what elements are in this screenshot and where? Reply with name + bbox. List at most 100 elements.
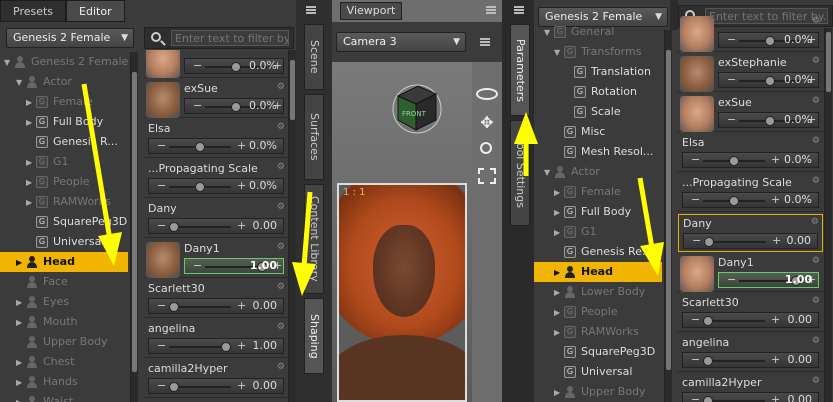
slider-bar[interactable]: − +0.0%: [682, 192, 819, 208]
collapsed-arrow-icon[interactable]: ▶: [554, 283, 564, 303]
gear-icon[interactable]: ⚙: [812, 96, 820, 106]
slider-bar[interactable]: − +0.0%: [184, 98, 284, 114]
collapsed-arrow-icon[interactable]: ▶: [554, 263, 564, 283]
increment-icon[interactable]: +: [237, 339, 246, 353]
increment-icon[interactable]: +: [771, 153, 780, 167]
collapsed-arrow-icon[interactable]: ▶: [26, 93, 36, 113]
collapsed-arrow-icon[interactable]: ▶: [16, 293, 26, 313]
slider-knob[interactable]: [704, 237, 714, 247]
property-slider-exsue[interactable]: exSue ⚙ − +0.0%: [144, 80, 288, 118]
tree-item-rotation[interactable]: G Rotation: [534, 82, 664, 102]
property-slider-propagating-scale[interactable]: ...Propagating Scale ⚙ − +0.0%: [678, 174, 823, 212]
tree-item-chest[interactable]: ▶ Chest: [0, 352, 138, 372]
collapsed-arrow-icon[interactable]: ▶: [16, 373, 26, 393]
left-props-scrollbar-thumb[interactable]: [290, 60, 295, 120]
decrement-icon[interactable]: −: [193, 59, 202, 73]
tree-item-upper-body[interactable]: ▶ Upper Body: [534, 382, 664, 402]
slider-bar[interactable]: − +0.00: [682, 352, 819, 368]
left-tree-scrollbar[interactable]: [130, 52, 138, 402]
increment-icon[interactable]: +: [771, 193, 780, 207]
tree-item-ramworks[interactable]: ▶ G RAMWorks: [534, 322, 664, 342]
decrement-icon[interactable]: −: [193, 99, 202, 113]
collapsed-arrow-icon[interactable]: ▶: [16, 253, 26, 273]
slider-track[interactable]: [703, 196, 765, 206]
gear-icon[interactable]: ⚙: [812, 336, 820, 346]
slider-bar[interactable]: − +1.00: [148, 338, 284, 354]
property-slider-camilla2hyper[interactable]: camilla2Hyper ⚙ − +0.00: [678, 374, 823, 402]
zoom-icon[interactable]: [480, 142, 492, 154]
slider-bar[interactable]: − +1.00: [184, 258, 284, 274]
property-slider-scarlett30[interactable]: Scarlett30 ⚙ − +0.00: [678, 294, 823, 332]
slider-knob[interactable]: [169, 302, 179, 312]
slider-track[interactable]: [169, 222, 231, 232]
tree-item-g1[interactable]: ▶ G G1: [0, 152, 138, 172]
pan-icon[interactable]: ✥: [478, 114, 496, 132]
property-value[interactable]: 0.0%: [249, 99, 277, 113]
slider-knob[interactable]: [703, 396, 713, 402]
gear-icon[interactable]: ⚙: [277, 322, 285, 332]
collapsed-arrow-icon[interactable]: ▶: [554, 183, 564, 203]
slider-knob[interactable]: [169, 382, 179, 392]
property-slider-dany1[interactable]: Dany1 ⚙ − +1.00: [678, 254, 823, 292]
tab-content-library[interactable]: Content Library: [304, 184, 324, 294]
right-props-scrollbar[interactable]: [824, 28, 832, 402]
decrement-icon[interactable]: −: [727, 33, 736, 47]
collapsed-arrow-icon[interactable]: ▶: [554, 303, 564, 323]
tree-item-face[interactable]: Face: [0, 272, 138, 292]
increment-icon[interactable]: +: [771, 313, 780, 327]
property-slider-dany[interactable]: Dany ⚙ − +0.00: [678, 214, 823, 252]
collapsed-arrow-icon[interactable]: ▶: [26, 113, 36, 133]
slider-bar[interactable]: − +0.0%: [718, 72, 819, 88]
slider-bar[interactable]: − +1.00: [718, 272, 819, 288]
increment-icon[interactable]: +: [237, 219, 246, 233]
expanded-arrow-icon[interactable]: ▼: [16, 73, 26, 93]
gear-icon[interactable]: ⚙: [812, 296, 820, 306]
tree-item-genesis-2-female[interactable]: ▼ Genesis 2 Female: [0, 52, 138, 72]
decrement-icon[interactable]: −: [193, 259, 202, 273]
slider-knob[interactable]: [231, 102, 241, 112]
property-value[interactable]: 0.0%: [784, 113, 812, 127]
tree-item-genesis-re[interactable]: G Genesis Re...: [534, 242, 664, 262]
slider-track[interactable]: [169, 182, 231, 192]
right-props-scrollbar-thumb[interactable]: [826, 32, 831, 92]
slider-knob[interactable]: [195, 182, 205, 192]
tree-item-universal[interactable]: G Universal: [0, 232, 138, 252]
tree-item-mesh-resol[interactable]: G Mesh Resol...: [534, 142, 664, 162]
tree-item-squarepeg3d[interactable]: G SquarePeg3D: [534, 342, 664, 362]
slider-track[interactable]: [703, 316, 765, 326]
decrement-icon[interactable]: −: [157, 179, 166, 193]
slider-track[interactable]: [169, 342, 231, 352]
decrement-icon[interactable]: −: [727, 73, 736, 87]
slider-track[interactable]: [704, 237, 766, 247]
tree-item-head[interactable]: ▶ Head: [534, 262, 662, 282]
tree-item-eyes[interactable]: ▶ Eyes: [0, 292, 138, 312]
slider-bar[interactable]: − +0.00: [682, 392, 819, 402]
collapsed-arrow-icon[interactable]: ▶: [554, 203, 564, 223]
tree-item-universal[interactable]: G Universal: [534, 362, 664, 382]
decrement-icon[interactable]: −: [691, 393, 700, 402]
slider-track[interactable]: [169, 142, 231, 152]
expanded-arrow-icon[interactable]: ▼: [554, 43, 564, 63]
slider-bar[interactable]: − +0.00: [148, 218, 284, 234]
gear-icon[interactable]: ⚙: [277, 202, 285, 212]
decrement-icon[interactable]: −: [727, 273, 736, 287]
decrement-icon[interactable]: −: [727, 113, 736, 127]
slider-bar[interactable]: − +0.00: [683, 233, 818, 249]
tab-parameters[interactable]: Parameters: [510, 24, 530, 116]
property-slider-propagating-scale[interactable]: ...Propagating Scale ⚙ − +0.0%: [144, 160, 288, 198]
tree-item-hands[interactable]: ▶ Hands: [0, 372, 138, 392]
slider-bar[interactable]: − +0.0%: [184, 58, 284, 74]
gear-icon[interactable]: ⚙: [812, 16, 820, 26]
search-icon[interactable]: [151, 32, 161, 42]
tab-editor[interactable]: Editor: [66, 0, 125, 22]
slider-knob[interactable]: [729, 196, 739, 206]
tree-item-g1[interactable]: ▶ G G1: [534, 222, 664, 242]
right-tree-scrollbar-thumb[interactable]: [666, 50, 671, 370]
left-tree-scrollbar-thumb[interactable]: [132, 72, 137, 372]
collapsed-arrow-icon[interactable]: ▶: [26, 173, 36, 193]
tree-item-transforms[interactable]: ▼ G Transforms: [534, 42, 664, 62]
tree-item-mouth[interactable]: ▶ Mouth: [0, 312, 138, 332]
gear-icon[interactable]: ⚙: [812, 376, 820, 386]
gear-icon[interactable]: ⚙: [277, 362, 285, 372]
gear-icon[interactable]: ⚙: [812, 136, 820, 146]
